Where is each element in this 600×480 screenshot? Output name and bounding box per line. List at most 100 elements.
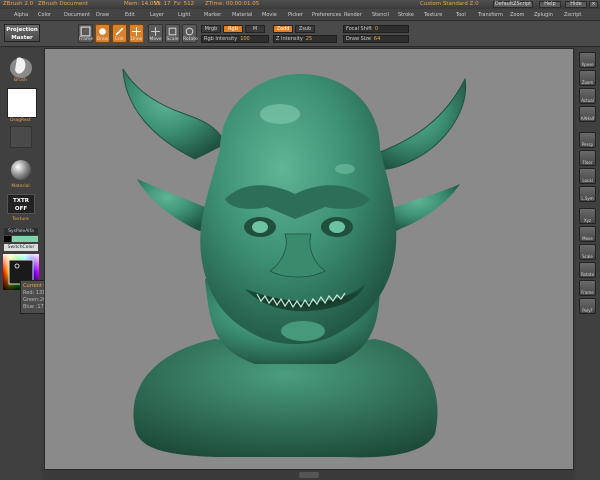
menu-draw[interactable]: Draw: [96, 9, 109, 21]
local-button[interactable]: Local: [579, 168, 596, 184]
help-button[interactable]: Help: [539, 1, 561, 8]
z-intensity-value: 25: [305, 36, 313, 42]
zsub-button[interactable]: Zsub: [295, 25, 315, 33]
stroke-label: DragRect: [10, 118, 31, 123]
menu-tool[interactable]: Tool: [456, 9, 466, 21]
top-toolbar: Projection Master Frame Draw Edit Draw M…: [0, 21, 600, 47]
projection-master-label-2: Master: [11, 35, 33, 41]
menu-layer[interactable]: Layer: [150, 9, 164, 21]
menu-light[interactable]: Light: [178, 9, 190, 21]
stroke-preview[interactable]: [7, 88, 37, 118]
rotate-button[interactable]: Rotate: [182, 24, 198, 43]
title-bar: ZBrush 2.0 ZBrush Document Mem: 14.055 V…: [0, 0, 600, 9]
demon-head-model[interactable]: [45, 49, 574, 470]
face-readout: Fz: 512: [174, 1, 195, 7]
frame-tool-button[interactable]: Frame: [78, 24, 93, 43]
gradient-label[interactable]: SysPaleAlfa: [4, 228, 38, 235]
menu-color[interactable]: Color: [38, 9, 51, 21]
scale-label: Scale: [166, 37, 179, 42]
main-color-swatch[interactable]: [12, 236, 38, 242]
draw-action-button[interactable]: Draw: [129, 24, 144, 43]
brush-icon[interactable]: [7, 54, 35, 80]
texture-off-label-1: TXTR: [13, 198, 29, 204]
floor-button[interactable]: Floor: [579, 150, 596, 166]
document-canvas[interactable]: [44, 48, 574, 470]
menu-transform[interactable]: Transform: [478, 9, 503, 21]
move-view-button[interactable]: Move: [579, 226, 596, 242]
menu-stroke[interactable]: Stroke: [398, 9, 414, 21]
rgb-button[interactable]: Rgb: [223, 25, 243, 33]
draw-action-label: Draw: [130, 37, 143, 42]
draw-mode-button[interactable]: Draw: [95, 24, 110, 43]
menu-zplugin[interactable]: Zplugin: [534, 9, 553, 21]
aahalf-label: AAHalf: [580, 116, 595, 121]
local-label: Local: [582, 178, 593, 183]
mrgb-button[interactable]: Mrgb: [201, 25, 221, 33]
rotate-view-button[interactable]: Rotate: [579, 262, 596, 278]
default-script-button[interactable]: DefaultZScript: [493, 1, 533, 8]
rgb-intensity-value: 100: [240, 36, 250, 42]
close-button[interactable]: ×: [589, 1, 598, 8]
right-shelf: Xpose Zoom Actual AAHalf Persp Floor Loc…: [576, 48, 600, 480]
texture-off-label-2: OFF: [14, 206, 28, 212]
actual-button[interactable]: Actual: [579, 88, 596, 104]
menu-alpha[interactable]: Alpha: [14, 9, 28, 21]
z-intensity-slider[interactable]: Z Intensity 25: [273, 35, 337, 43]
move-button[interactable]: Move: [148, 24, 163, 43]
draw-arrows-icon: [132, 27, 141, 36]
zoom-button[interactable]: Zoom: [579, 70, 596, 86]
menu-edit[interactable]: Edit: [125, 9, 135, 21]
time-readout: ZTime: 00:00:01.05: [205, 1, 260, 7]
secondary-color-swatch[interactable]: [4, 236, 11, 242]
menu-material[interactable]: Material: [232, 9, 252, 21]
material-sphere[interactable]: [11, 160, 31, 180]
xpose-button[interactable]: Xpose: [579, 52, 596, 68]
lsym-button[interactable]: L.Sym: [579, 186, 596, 202]
texture-label: Texture: [12, 217, 29, 222]
switch-color-button[interactable]: SwitchColor: [4, 244, 38, 251]
menu-document[interactable]: Document: [64, 9, 90, 21]
menu-picker[interactable]: Picker: [288, 9, 303, 21]
focal-shift-slider[interactable]: Focal Shift 0: [343, 25, 409, 33]
canvas-scroll-handle[interactable]: [299, 472, 319, 478]
scale-view-label: Scale: [582, 254, 593, 259]
rotate-label: Rotate: [183, 37, 198, 42]
projection-master-label-1: Projection: [6, 27, 38, 33]
aahalf-button[interactable]: AAHalf: [579, 106, 596, 122]
app-title: ZBrush 2.0: [3, 1, 34, 7]
alpha-slot[interactable]: [10, 126, 32, 148]
frame-view-button[interactable]: Frame: [579, 280, 596, 296]
zoom-label: Zoom: [581, 80, 594, 85]
texture-off-button[interactable]: TXTR OFF: [7, 194, 35, 214]
menu-render[interactable]: Render: [344, 9, 362, 21]
xyz-button[interactable]: Xyz: [579, 208, 596, 224]
scale-view-button[interactable]: Scale: [579, 244, 596, 260]
persp-button[interactable]: Persp: [579, 132, 596, 148]
menu-texture[interactable]: Texture: [424, 9, 442, 21]
frame-icon: [80, 26, 91, 37]
actual-label: Actual: [581, 98, 594, 103]
rgb-intensity-slider[interactable]: Rgb Intensity 100: [201, 35, 269, 43]
frame-view-label: Frame: [581, 290, 594, 295]
menu-marker[interactable]: Marker: [204, 9, 221, 21]
canvas-bottom-bar: [44, 470, 574, 480]
polyf-button[interactable]: PolyF: [579, 298, 596, 314]
lsym-label: L.Sym: [581, 196, 594, 201]
xyz-label: Xyz: [583, 218, 592, 223]
menu-movie[interactable]: Movie: [262, 9, 277, 21]
floor-label: Floor: [582, 160, 593, 165]
move-icon: [151, 27, 160, 36]
hide-button[interactable]: Hide: [565, 1, 587, 8]
frame-tool-label: Frame: [79, 37, 94, 42]
menu-stencil[interactable]: Stencil: [372, 9, 389, 21]
menu-zoom[interactable]: Zoom: [510, 9, 524, 21]
persp-label: Persp: [582, 142, 593, 147]
menu-preferences[interactable]: Preferences: [312, 9, 341, 21]
scale-button[interactable]: Scale: [165, 24, 180, 43]
draw-size-slider[interactable]: Draw Size 64: [343, 35, 409, 43]
edit-mode-button[interactable]: Edit: [112, 24, 127, 43]
menu-zscript[interactable]: Zscript: [564, 9, 581, 21]
projection-master-button[interactable]: Projection Master: [4, 24, 40, 42]
m-button[interactable]: M: [245, 25, 265, 33]
zadd-button[interactable]: Zadd: [273, 25, 293, 33]
